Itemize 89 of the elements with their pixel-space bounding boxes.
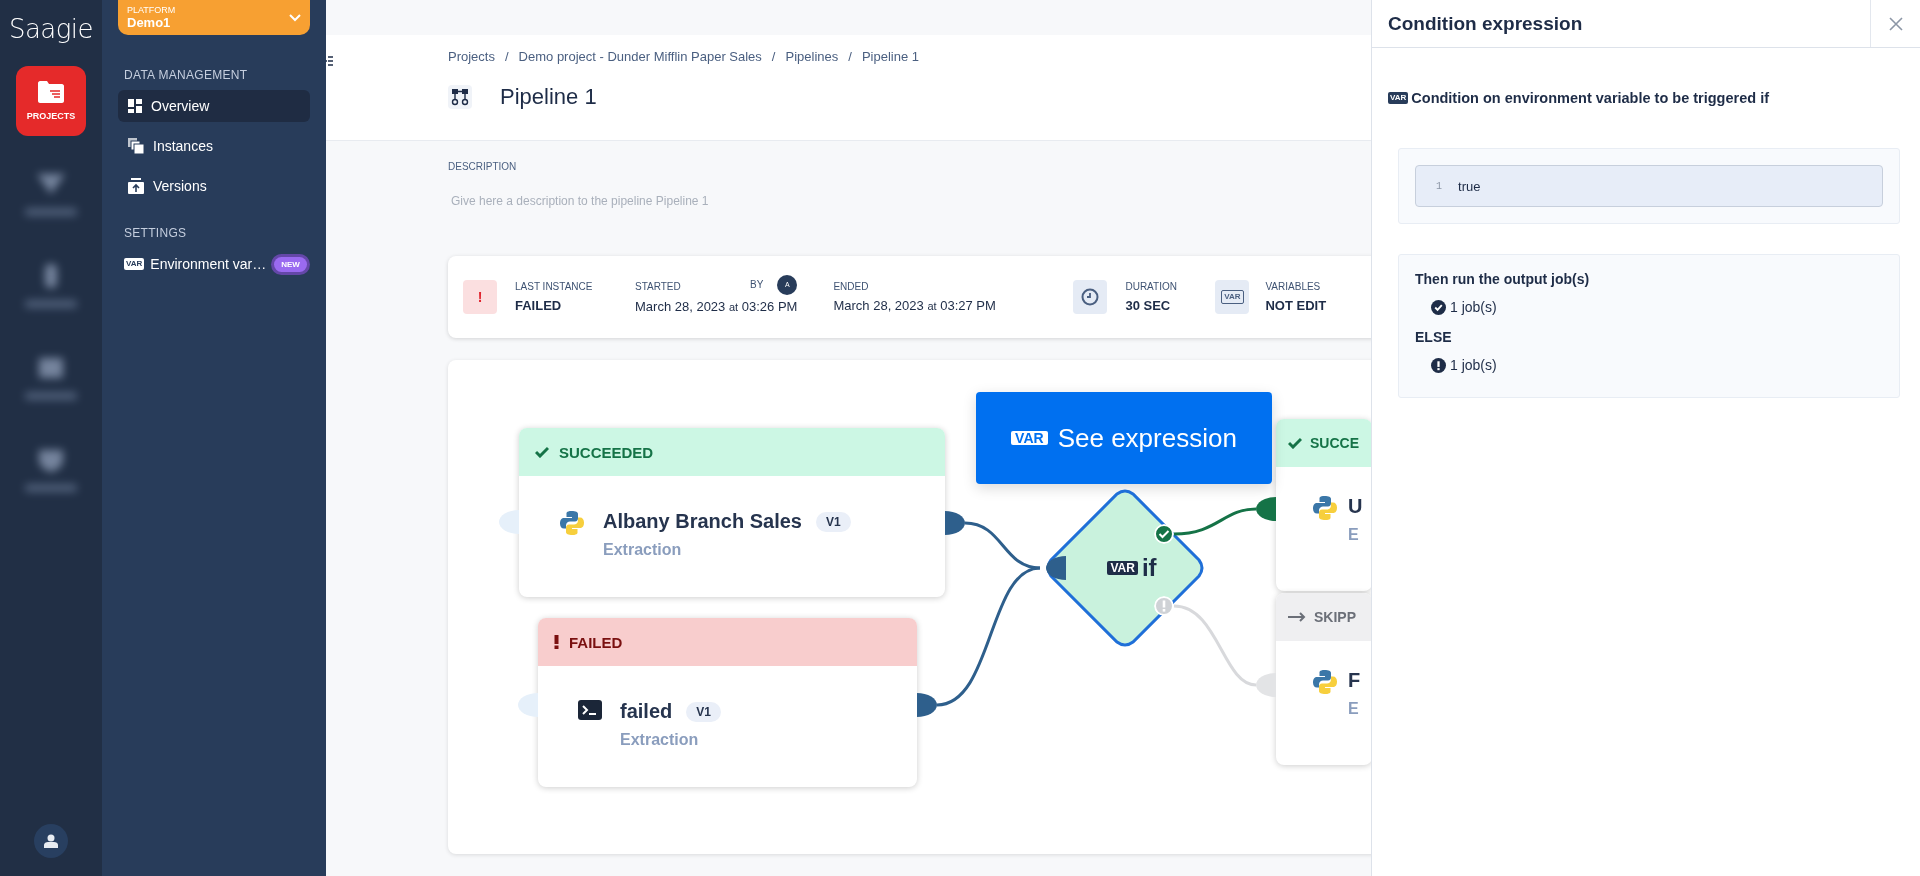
dashboard-icon — [128, 99, 142, 113]
exclamation-icon — [554, 635, 559, 649]
input-port[interactable] — [1256, 673, 1276, 697]
python-logo-icon — [1312, 669, 1338, 695]
field-label: ENDED — [833, 281, 869, 292]
field-value: March 28, 2023 at 03:26 PM — [635, 298, 798, 314]
condition-label: if — [1141, 555, 1157, 581]
copies-icon — [128, 138, 144, 154]
description-label: DESCRIPTION — [448, 161, 518, 172]
condition-node[interactable]: VAR if — [1047, 490, 1203, 646]
condition-heading: Condition on environment variable to be triggered if — [1411, 90, 1769, 106]
folder-icon — [38, 81, 64, 103]
input-port[interactable] — [1256, 497, 1276, 521]
field-value: March 28, 2023 at 03:27 PM — [833, 298, 996, 313]
version-tag: V1 — [815, 511, 851, 532]
pipeline-icon — [448, 85, 472, 109]
job-category: Extraction — [603, 541, 683, 559]
nav-item[interactable]: Versions — [118, 170, 310, 202]
breadcrumb-link[interactable]: Pipelines — [785, 49, 839, 64]
job-name: F — [1348, 669, 1361, 692]
arrow-right-icon — [1288, 612, 1306, 622]
blurred-icon — [25, 262, 77, 308]
breadcrumb-link[interactable]: Pipeline 1 — [861, 49, 919, 64]
new-badge: NEW — [274, 256, 307, 272]
section-title: Then run the output job(s) — [1415, 271, 1591, 287]
success-check-icon — [1154, 524, 1174, 544]
user-avatar[interactable] — [34, 824, 68, 858]
field-label: STARTED — [635, 281, 681, 292]
check-icon — [535, 446, 549, 458]
field-label: LAST INSTANCE — [515, 281, 593, 292]
field-label: DURATION — [1125, 281, 1177, 292]
input-port[interactable] — [1046, 556, 1066, 580]
status-icon: ! — [463, 280, 497, 314]
chevron-down-icon — [289, 13, 301, 22]
job-count: 1 job(s) — [1450, 357, 1497, 373]
job-node[interactable]: SKIPP F E — [1276, 593, 1371, 765]
field-label: VARIABLES — [1265, 281, 1321, 292]
job-category: E — [1348, 700, 1360, 718]
job-category: Extraction — [620, 731, 700, 749]
job-name: failed — [620, 700, 673, 723]
nav-section-heading: SETTINGS — [124, 226, 188, 240]
exclamation-circle-icon — [1431, 357, 1446, 373]
var-tag: VAR — [1388, 92, 1409, 104]
code-editor[interactable]: 1 true — [1415, 165, 1883, 207]
job-node[interactable]: SUCCE U E — [1276, 419, 1371, 591]
input-port[interactable] — [499, 510, 519, 534]
page-title: Pipeline 1 — [500, 84, 597, 110]
job-category: E — [1348, 526, 1360, 544]
breadcrumb-link[interactable]: Demo project - Dunder Mifflin Paper Sales — [518, 49, 762, 64]
input-port[interactable] — [518, 693, 538, 717]
breadcrumb-separator: / — [504, 49, 509, 64]
field-value: NOT EDIT — [1265, 298, 1327, 313]
nav-item[interactable]: Instances — [118, 130, 310, 162]
nav-item[interactable]: VAR Environment var… NEW — [118, 248, 326, 280]
job-status: FAILED — [569, 633, 623, 651]
panel-title: Condition expression — [1387, 11, 1584, 36]
section-title: ELSE — [1415, 329, 1453, 345]
job-count: 1 job(s) — [1450, 299, 1497, 315]
clock-icon — [1073, 280, 1108, 314]
python-logo-icon — [559, 510, 585, 536]
var-tag: VAR — [1221, 290, 1244, 304]
breadcrumb-link[interactable]: Projects — [448, 49, 495, 64]
rail-nav-item[interactable]: PROJECTS — [16, 66, 86, 136]
job-node[interactable]: FAILED failed V1 Extraction — [538, 618, 917, 787]
job-name: Albany Branch Sales — [603, 510, 802, 533]
terminal-icon — [578, 700, 602, 720]
field-label: BY — [750, 279, 764, 290]
job-status: SUCCE — [1310, 435, 1359, 451]
version-tag: V1 — [686, 701, 721, 722]
check-circle-icon — [1431, 299, 1446, 315]
output-port[interactable] — [917, 693, 937, 717]
output-port[interactable] — [945, 511, 965, 535]
see-expression-button[interactable]: VAR See expression — [976, 392, 1272, 484]
job-node[interactable]: SUCCEEDED Albany Branch Sales V1 Extraction — [519, 428, 945, 597]
check-icon — [1288, 437, 1302, 449]
job-status: SUCCEEDED — [559, 443, 654, 461]
breadcrumb-separator: / — [848, 49, 852, 64]
upload-box-icon — [128, 178, 144, 194]
var-tag: VAR — [1107, 561, 1138, 575]
field-value: 30 SEC — [1125, 298, 1171, 313]
nav-item[interactable]: Overview — [118, 90, 310, 122]
nav-section-heading: DATA MANAGEMENT — [124, 68, 249, 82]
field-value: FAILED — [515, 298, 562, 313]
job-status: SKIPP — [1314, 609, 1356, 625]
var-tag: VAR — [124, 258, 145, 270]
logo[interactable]: Saagie — [8, 14, 94, 44]
job-name: U — [1348, 495, 1363, 518]
breadcrumb-separator: / — [771, 49, 776, 64]
python-logo-icon — [1312, 495, 1338, 521]
